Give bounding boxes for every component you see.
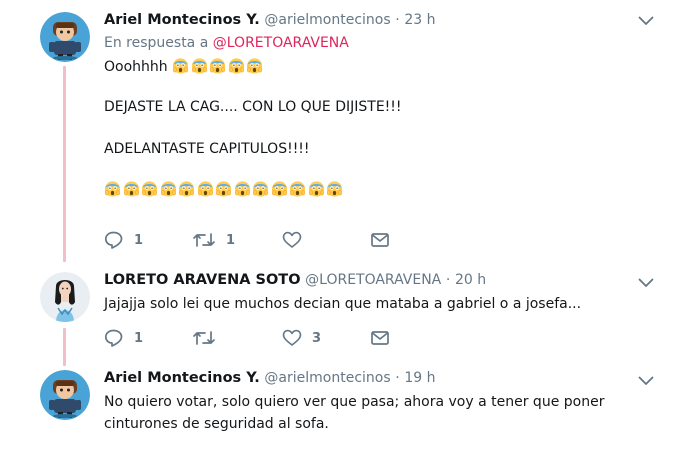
retweet-button[interactable]: 1 <box>192 231 235 249</box>
timestamp[interactable]: 20 h <box>455 272 486 288</box>
face-screaming-in-fear-emoji <box>178 181 195 197</box>
display-name[interactable]: Ariel Montecinos Y. <box>104 12 260 28</box>
avatar[interactable] <box>40 272 90 322</box>
tweet-text-line: cinturones de seguridad al sofa. <box>104 416 329 432</box>
tweet-text: No quiero votar, solo quiero ver que pas… <box>104 391 668 435</box>
direct-message-button[interactable] <box>370 231 400 249</box>
direct-message-icon <box>370 329 390 347</box>
retweet-button[interactable] <box>192 329 226 347</box>
face-screaming-in-fear-emoji <box>141 181 158 197</box>
username[interactable]: @arielmontecinos <box>264 370 390 386</box>
tweet-text: Ooohhhh DEJASTE LA CAG.... CON LO QUE DI… <box>104 55 668 201</box>
tweet-header: Ariel Montecinos Y. @arielmontecinos · 1… <box>104 368 668 388</box>
tweet-text-line: Jajajja solo lei que muchos decian que m… <box>104 296 582 312</box>
chevron-down-icon[interactable] <box>638 16 654 26</box>
retweet-icon <box>192 231 216 249</box>
like-button[interactable] <box>282 231 312 249</box>
face-screaming-in-fear-emoji <box>215 181 232 197</box>
chevron-down-icon[interactable] <box>638 376 654 386</box>
separator: · <box>445 272 451 288</box>
face-screaming-in-fear-emoji <box>289 181 306 197</box>
face-screaming-in-fear-emoji <box>247 58 263 74</box>
username[interactable]: @arielmontecinos <box>264 12 390 28</box>
direct-message-icon <box>370 231 390 249</box>
tweet-actions: 1 3 <box>104 329 404 351</box>
chevron-down-icon[interactable] <box>638 278 654 288</box>
face-screaming-in-fear-emoji <box>271 181 287 197</box>
retweet-count: 1 <box>226 232 236 248</box>
direct-message-button[interactable] <box>370 329 400 347</box>
like-button[interactable]: 3 <box>282 329 321 347</box>
like-icon <box>282 231 302 249</box>
tweet-actions: 1 1 <box>104 231 404 253</box>
tweet-header: Ariel Montecinos Y. @arielmontecinos · 2… <box>104 10 668 30</box>
separator: · <box>395 370 400 386</box>
face-screaming-in-fear-emoji <box>173 58 189 74</box>
timestamp[interactable]: 19 h <box>404 370 435 386</box>
like-icon <box>282 329 302 347</box>
face-screaming-in-fear-emoji <box>191 58 207 74</box>
face-screaming-in-fear-emoji <box>308 181 324 197</box>
face-screaming-in-fear-emoji <box>104 181 121 197</box>
reply-context: En respuesta a @LORETOARAVENA <box>104 33 668 53</box>
face-screaming-in-fear-emoji <box>160 181 176 197</box>
avatar[interactable] <box>40 370 90 420</box>
timestamp[interactable]: 23 h <box>404 12 435 28</box>
display-name[interactable]: LORETO ARAVENA SOTO <box>104 272 301 288</box>
separator: · <box>395 12 400 28</box>
face-screaming-in-fear-emoji <box>210 58 226 74</box>
tweet[interactable]: Ariel Montecinos Y. @arielmontecinos · 1… <box>0 362 698 462</box>
reply-mention-link[interactable]: @LORETOARAVENA <box>213 35 349 51</box>
display-name[interactable]: Ariel Montecinos Y. <box>104 370 260 386</box>
reply-button[interactable]: 1 <box>104 231 143 249</box>
tweet-text: Jajajja solo lei que muchos decian que m… <box>104 294 668 315</box>
avatar[interactable] <box>40 12 90 62</box>
face-screaming-in-fear-emoji <box>234 181 250 197</box>
face-screaming-in-fear-emoji <box>123 181 139 197</box>
reply-count: 1 <box>134 330 144 346</box>
emoji-row <box>172 58 265 75</box>
reply-icon <box>104 231 124 249</box>
reply-count: 1 <box>134 232 144 248</box>
emoji-row <box>104 180 668 201</box>
like-count: 3 <box>312 330 322 346</box>
tweet-text-line: DEJASTE LA CAG.... CON LO QUE DIJISTE!!! <box>104 99 402 115</box>
tweet-text-line: No quiero votar, solo quiero ver que pas… <box>104 394 605 410</box>
tweet-text-line: Ooohhhh <box>104 59 168 75</box>
retweet-icon <box>192 329 216 347</box>
reply-prefix: En respuesta a <box>104 35 209 51</box>
tweet-text-line: ADELANTASTE CAPITULOS!!!! <box>104 141 310 157</box>
reply-button[interactable]: 1 <box>104 329 143 347</box>
tweet[interactable]: LORETO ARAVENA SOTO @LORETOARAVENA · 20 … <box>0 262 698 362</box>
face-screaming-in-fear-emoji <box>326 181 343 197</box>
face-screaming-in-fear-emoji <box>197 181 213 197</box>
face-screaming-in-fear-emoji <box>228 58 244 74</box>
tweet[interactable]: Ariel Montecinos Y. @arielmontecinos · 2… <box>0 0 698 262</box>
face-screaming-in-fear-emoji <box>252 181 269 197</box>
reply-icon <box>104 329 124 347</box>
tweet-header: LORETO ARAVENA SOTO @LORETOARAVENA · 20 … <box>104 270 668 290</box>
username[interactable]: @LORETOARAVENA <box>305 272 441 288</box>
